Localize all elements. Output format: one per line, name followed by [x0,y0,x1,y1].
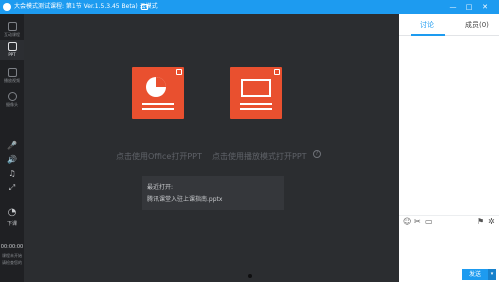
send-options-dropdown[interactable]: ▾ [488,269,496,280]
office-open-label: 点击使用Office打开PPT [116,152,202,161]
folder-icon[interactable] [141,4,148,10]
corner-icon [274,69,280,75]
status-text: 请检查您的 [2,260,22,265]
image-icon[interactable]: ▭ [425,218,433,226]
recent-files-panel: 最近打开: 腾讯课堂入驻上课指南.pptx [142,176,284,210]
stopwatch-icon[interactable]: ◔ [0,208,24,218]
chat-panel: 讨论 成员(0) ☺ ✂ ▭ ⚑ ✲ 发送 ▾ [399,14,499,282]
recent-file-link[interactable]: 腾讯课堂入驻上课指南.pptx [147,194,222,203]
presentation-board-icon [241,79,271,97]
tab-underline [411,34,445,36]
builtin-open-label: 点击使用播放模式打开PPT [212,152,307,161]
send-button[interactable]: 发送 [462,269,488,280]
speaker-icon[interactable]: 🔊 [0,155,24,165]
corner-icon [176,69,182,75]
open-with-office-button[interactable] [132,67,184,119]
ppt-icon [7,42,17,51]
maximize-button[interactable]: □ [462,0,476,14]
main-area: 点击使用Office打开PPT 点击使用播放模式打开PPT ? 最近打开: 腾讯… [24,14,399,282]
title-bar: 大会模式测试课程: 第1节 Ver.1.5.3.45 Beta) 云模式 — □… [0,0,499,14]
flag-icon[interactable]: ⚑ [477,218,484,226]
status-text: 课程未开始 [2,253,22,258]
interactive-icon [7,22,17,31]
app-logo-icon [3,3,11,11]
page-indicator-dot [248,274,252,278]
sidebar-item-interactive[interactable]: 互动课程 [0,22,24,38]
sidebar-item-label: PPT [8,52,16,57]
window-title: 大会模式测试课程: 第1节 Ver.1.5.3.45 Beta) 云模式 [14,3,158,10]
sidebar-item-camera[interactable]: 摄像头 [0,92,24,108]
emoji-icon[interactable]: ☺ [403,218,411,226]
video-icon [7,68,17,77]
sidebar-item-label: 摄像头 [6,102,18,107]
chat-toolbar: ☺ ✂ ▭ ⚑ ✲ [399,215,499,227]
camera-icon [7,92,17,101]
gear-icon[interactable]: ✲ [488,218,495,226]
minimize-button[interactable]: — [446,0,460,14]
tab-members[interactable]: 成员(0) [465,20,489,30]
tab-discuss[interactable]: 讨论 [420,20,434,30]
class-timer: 00:00:00 [0,244,24,250]
scissors-icon[interactable]: ✂ [414,218,421,226]
finish-class-button[interactable]: 下课 [0,220,24,227]
fullscreen-icon[interactable]: ⤢ [0,183,24,193]
left-sidebar: 互动课程 PPT 播放视频 摄像头 🎤 🔊 ♫ ⤢ ◔ 下课 00:00:00 … [0,14,24,282]
music-icon[interactable]: ♫ [0,169,24,179]
recent-header: 最近打开: [147,184,174,191]
close-button[interactable]: ✕ [478,0,492,14]
open-with-builtin-button[interactable] [230,67,282,119]
sidebar-item-video[interactable]: 播放视频 [0,68,24,84]
sidebar-item-label: 互动课程 [4,32,20,37]
sidebar-item-ppt[interactable]: PPT [0,40,24,60]
sidebar-item-label: 播放视频 [4,78,20,83]
help-icon[interactable]: ? [313,150,321,158]
chat-tabs: 讨论 成员(0) [399,14,499,36]
microphone-icon[interactable]: 🎤 [0,141,24,151]
